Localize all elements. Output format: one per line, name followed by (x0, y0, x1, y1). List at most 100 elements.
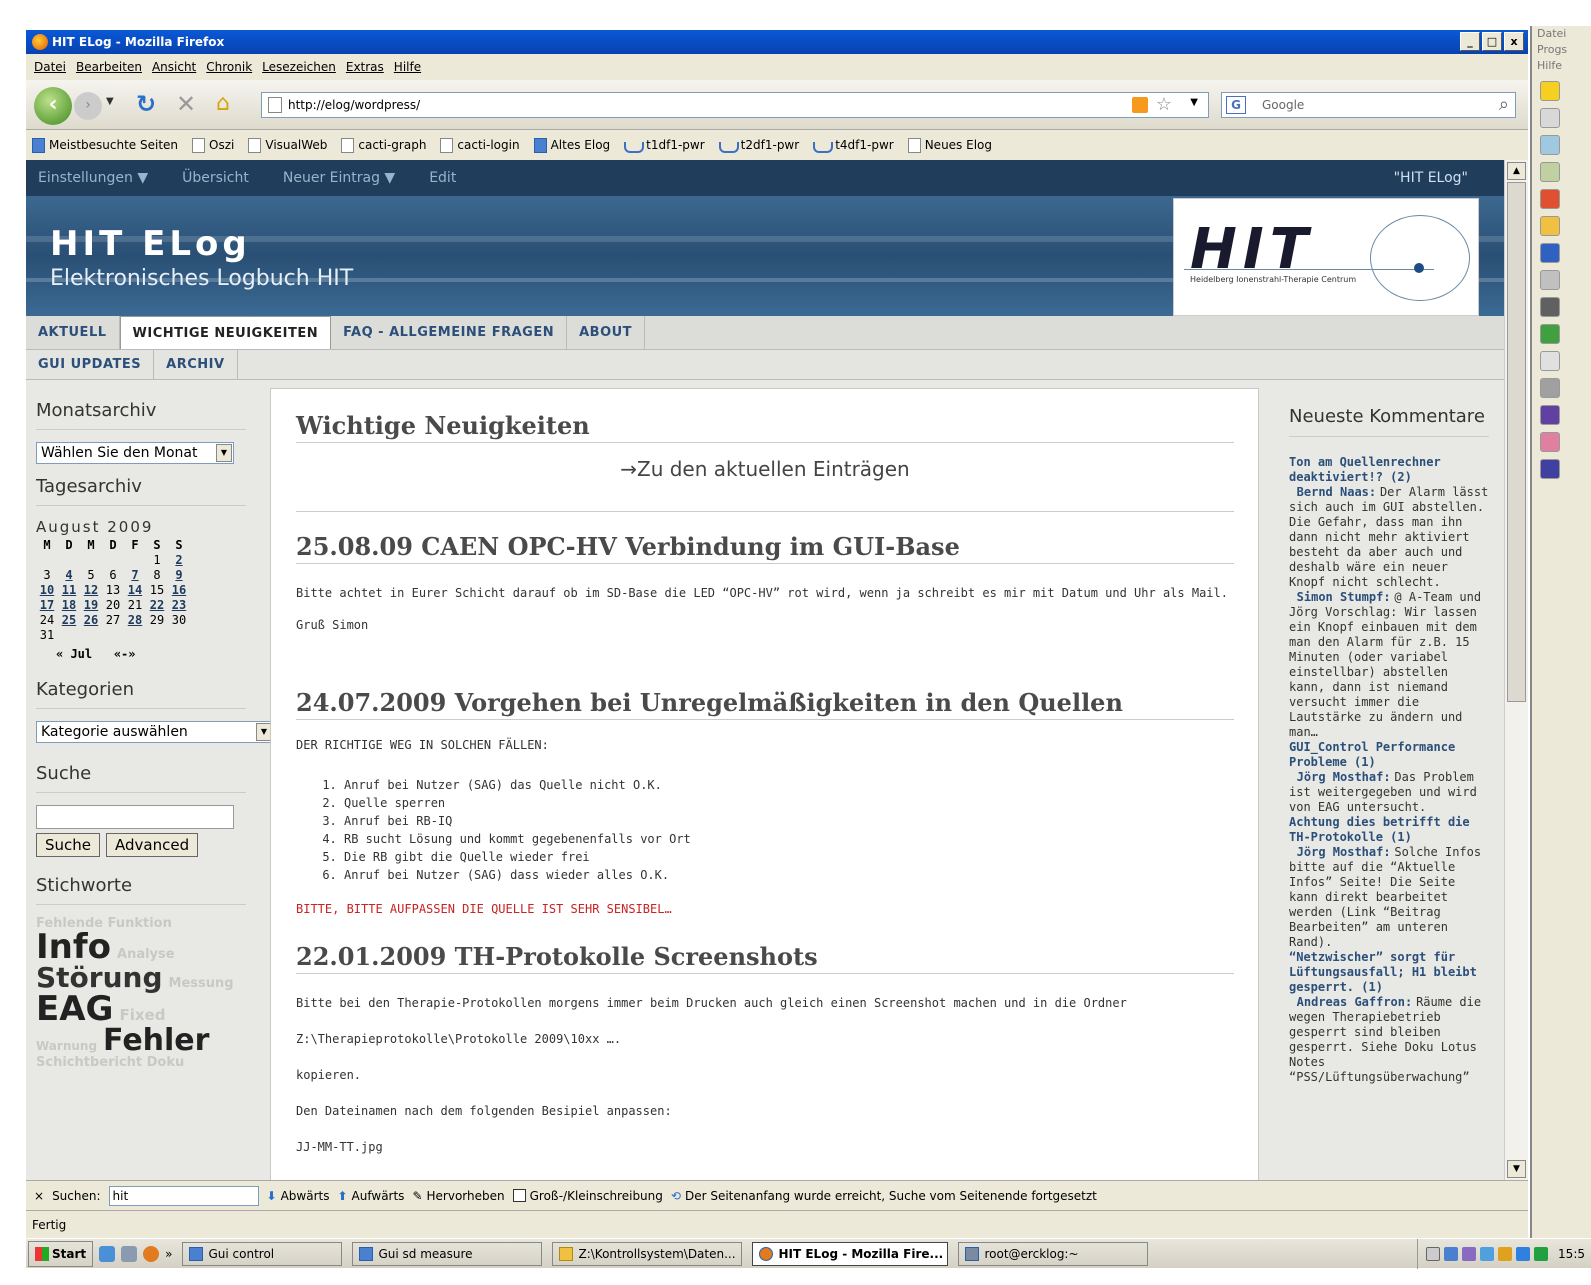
wp-site-link[interactable]: "HIT ELog" (1394, 170, 1468, 186)
comment-author[interactable]: Simon Stumpf: (1297, 590, 1391, 604)
calendar-day-link[interactable]: 16 (168, 583, 190, 598)
calendar-day-link[interactable]: 12 (80, 583, 102, 598)
tool-icon[interactable] (1540, 324, 1560, 344)
tab-archiv[interactable]: ARCHIV (154, 350, 238, 379)
menu-bearbeiten[interactable]: Bearbeiten (76, 60, 142, 74)
calendar-day-link[interactable]: 14 (124, 583, 146, 598)
page-scrollbar[interactable]: ▲ ▼ (1504, 160, 1528, 1180)
minimize-button[interactable]: _ (1460, 32, 1480, 51)
quicklaunch-more-button[interactable]: » (165, 1247, 172, 1261)
tag-link[interactable]: Störung (36, 964, 163, 992)
tab-faq[interactable]: FAQ - ALLGEMEINE FRAGEN (331, 316, 568, 349)
url-dropdown-icon[interactable]: ▼ (1190, 97, 1198, 108)
tab-about[interactable]: ABOUT (567, 316, 646, 349)
post-title[interactable]: 22.01.2009 TH-Protokolle Screenshots (296, 942, 1234, 974)
google-icon[interactable]: G (1226, 96, 1246, 114)
bookmark-star-icon[interactable]: ☆ (1156, 94, 1172, 115)
wp-new-post-menu[interactable]: Neuer Eintrag ▼ (283, 170, 395, 186)
bookmark-item[interactable]: Oszi (192, 137, 234, 153)
search-field[interactable] (36, 805, 234, 829)
comment-author[interactable]: Jörg Mosthaf: (1297, 770, 1391, 784)
url-text[interactable]: http://elog/wordpress/ (288, 98, 420, 112)
tool-icon[interactable] (1540, 162, 1560, 182)
forward-button[interactable]: › (74, 92, 102, 120)
menu-datei[interactable]: Datei (34, 60, 66, 74)
findbar-close-icon[interactable]: × (34, 1189, 44, 1203)
taskbar-item[interactable]: Z:\Kontrollsystem\Daten... (552, 1241, 743, 1266)
wp-edit-link[interactable]: Edit (429, 170, 456, 186)
home-icon[interactable]: ⌂ (216, 91, 230, 116)
reload-icon[interactable]: ↻ (136, 90, 156, 118)
calendar-day-link[interactable]: 26 (80, 613, 102, 628)
wp-settings-menu[interactable]: Einstellungen ▼ (38, 170, 148, 186)
tray-icon[interactable] (1444, 1247, 1459, 1261)
bookmark-item[interactable]: t4df1-pwr (813, 138, 894, 153)
tray-icon[interactable] (1534, 1247, 1549, 1261)
side-menu-item[interactable]: Hilfe (1532, 58, 1591, 74)
calendar-day-link[interactable]: 10 (36, 583, 58, 598)
current-entries-link[interactable]: →Zu den aktuellen Einträgen (296, 457, 1234, 481)
bookmark-item[interactable]: cacti-graph (341, 137, 426, 153)
dropdown-arrow-icon[interactable]: ▼ (216, 444, 232, 462)
tab-wichtige-neuigkeiten[interactable]: WICHTIGE NEUIGKEITEN (119, 316, 332, 349)
calendar-day-link[interactable]: 17 (36, 598, 58, 613)
tool-icon[interactable] (1540, 459, 1560, 479)
calendar-day-link[interactable]: 19 (80, 598, 102, 613)
checkbox-icon[interactable] (512, 1189, 526, 1202)
bookmark-item[interactable]: t2df1-pwr (718, 138, 799, 153)
advanced-button[interactable]: Advanced (106, 833, 199, 857)
suche-button[interactable]: Suche (36, 833, 101, 857)
match-case-checkbox[interactable]: Groß-/Kleinschreibung (512, 1189, 663, 1203)
taskbar-item[interactable]: Gui control (182, 1241, 343, 1266)
tray-icon[interactable] (1498, 1247, 1513, 1261)
taskbar-item-active[interactable]: HIT ELog - Mozilla Fire... (752, 1241, 949, 1266)
comment-author[interactable]: Andreas Gaffron: (1297, 995, 1413, 1009)
tag-link[interactable]: Messung (169, 977, 234, 990)
tool-icon[interactable] (1540, 297, 1560, 317)
tool-icon[interactable] (1540, 405, 1560, 425)
start-button[interactable]: Start (28, 1240, 94, 1267)
quicklaunch-firefox-icon[interactable] (143, 1245, 160, 1262)
network-icon[interactable] (1480, 1247, 1495, 1261)
menu-chronik[interactable]: Chronik (206, 60, 252, 74)
menu-lesezeichen[interactable]: Lesezeichen (262, 60, 336, 74)
tray-icon[interactable] (1516, 1247, 1531, 1261)
comment-post-link[interactable]: Achtung dies betrifft die TH-Protokolle … (1289, 815, 1470, 844)
web-search-box[interactable]: G Google ⌕ (1221, 92, 1516, 118)
quicklaunch-ie-icon[interactable] (99, 1245, 116, 1262)
scroll-up-icon[interactable]: ▲ (1507, 162, 1526, 180)
category-select[interactable]: Kategorie auswählen ▼ (36, 721, 274, 743)
back-button[interactable]: ‹ (34, 87, 72, 125)
maximize-button[interactable]: □ (1482, 32, 1502, 51)
comment-post-link[interactable]: GUI_Control Performance Probleme (1) (1289, 740, 1455, 769)
menu-hilfe[interactable]: Hilfe (394, 60, 421, 74)
bookmark-item[interactable]: Altes Elog (533, 137, 610, 153)
find-input[interactable] (108, 1185, 259, 1206)
post-title[interactable]: 24.07.2009 Vorgehen bei Unregelmäßigkeit… (296, 688, 1234, 720)
tag-link[interactable]: Schichtbericht Doku (36, 1056, 184, 1069)
tag-link[interactable]: Warnung (36, 1040, 97, 1052)
site-title[interactable]: HIT ELog (50, 224, 251, 264)
tag-link[interactable]: Fixed (119, 1008, 165, 1023)
highlight-button[interactable]: ✎ Hervorheben (412, 1189, 504, 1203)
tool-icon[interactable] (1540, 189, 1560, 209)
bookmark-item[interactable]: Neues Elog (907, 137, 992, 153)
side-menu-item[interactable]: Progs (1532, 42, 1591, 58)
comment-post-link[interactable]: “Netzwischer” sorgt für Lüftungsausfall;… (1289, 950, 1477, 994)
tool-icon[interactable] (1540, 270, 1560, 290)
stop-icon[interactable]: ✕ (176, 90, 196, 118)
close-button[interactable]: x (1504, 32, 1524, 51)
calendar-day-link[interactable]: 2 (168, 553, 190, 568)
tool-icon[interactable] (1540, 378, 1560, 398)
wp-overview-link[interactable]: Übersicht (182, 170, 249, 186)
history-dropdown-icon[interactable]: ▼ (106, 96, 114, 107)
tag-link[interactable]: Info (36, 930, 111, 964)
bookmark-item[interactable]: cacti-login (440, 137, 520, 153)
url-bar[interactable]: http://elog/wordpress/ ☆ ▼ (261, 92, 1209, 118)
calendar-day-link[interactable]: 11 (58, 583, 80, 598)
menu-ansicht[interactable]: Ansicht (152, 60, 196, 74)
calendar-next-link[interactable]: «-» (114, 647, 136, 661)
rss-icon[interactable] (1132, 97, 1148, 113)
scrollbar-thumb[interactable] (1507, 182, 1526, 702)
help-icon[interactable] (1426, 1247, 1441, 1261)
